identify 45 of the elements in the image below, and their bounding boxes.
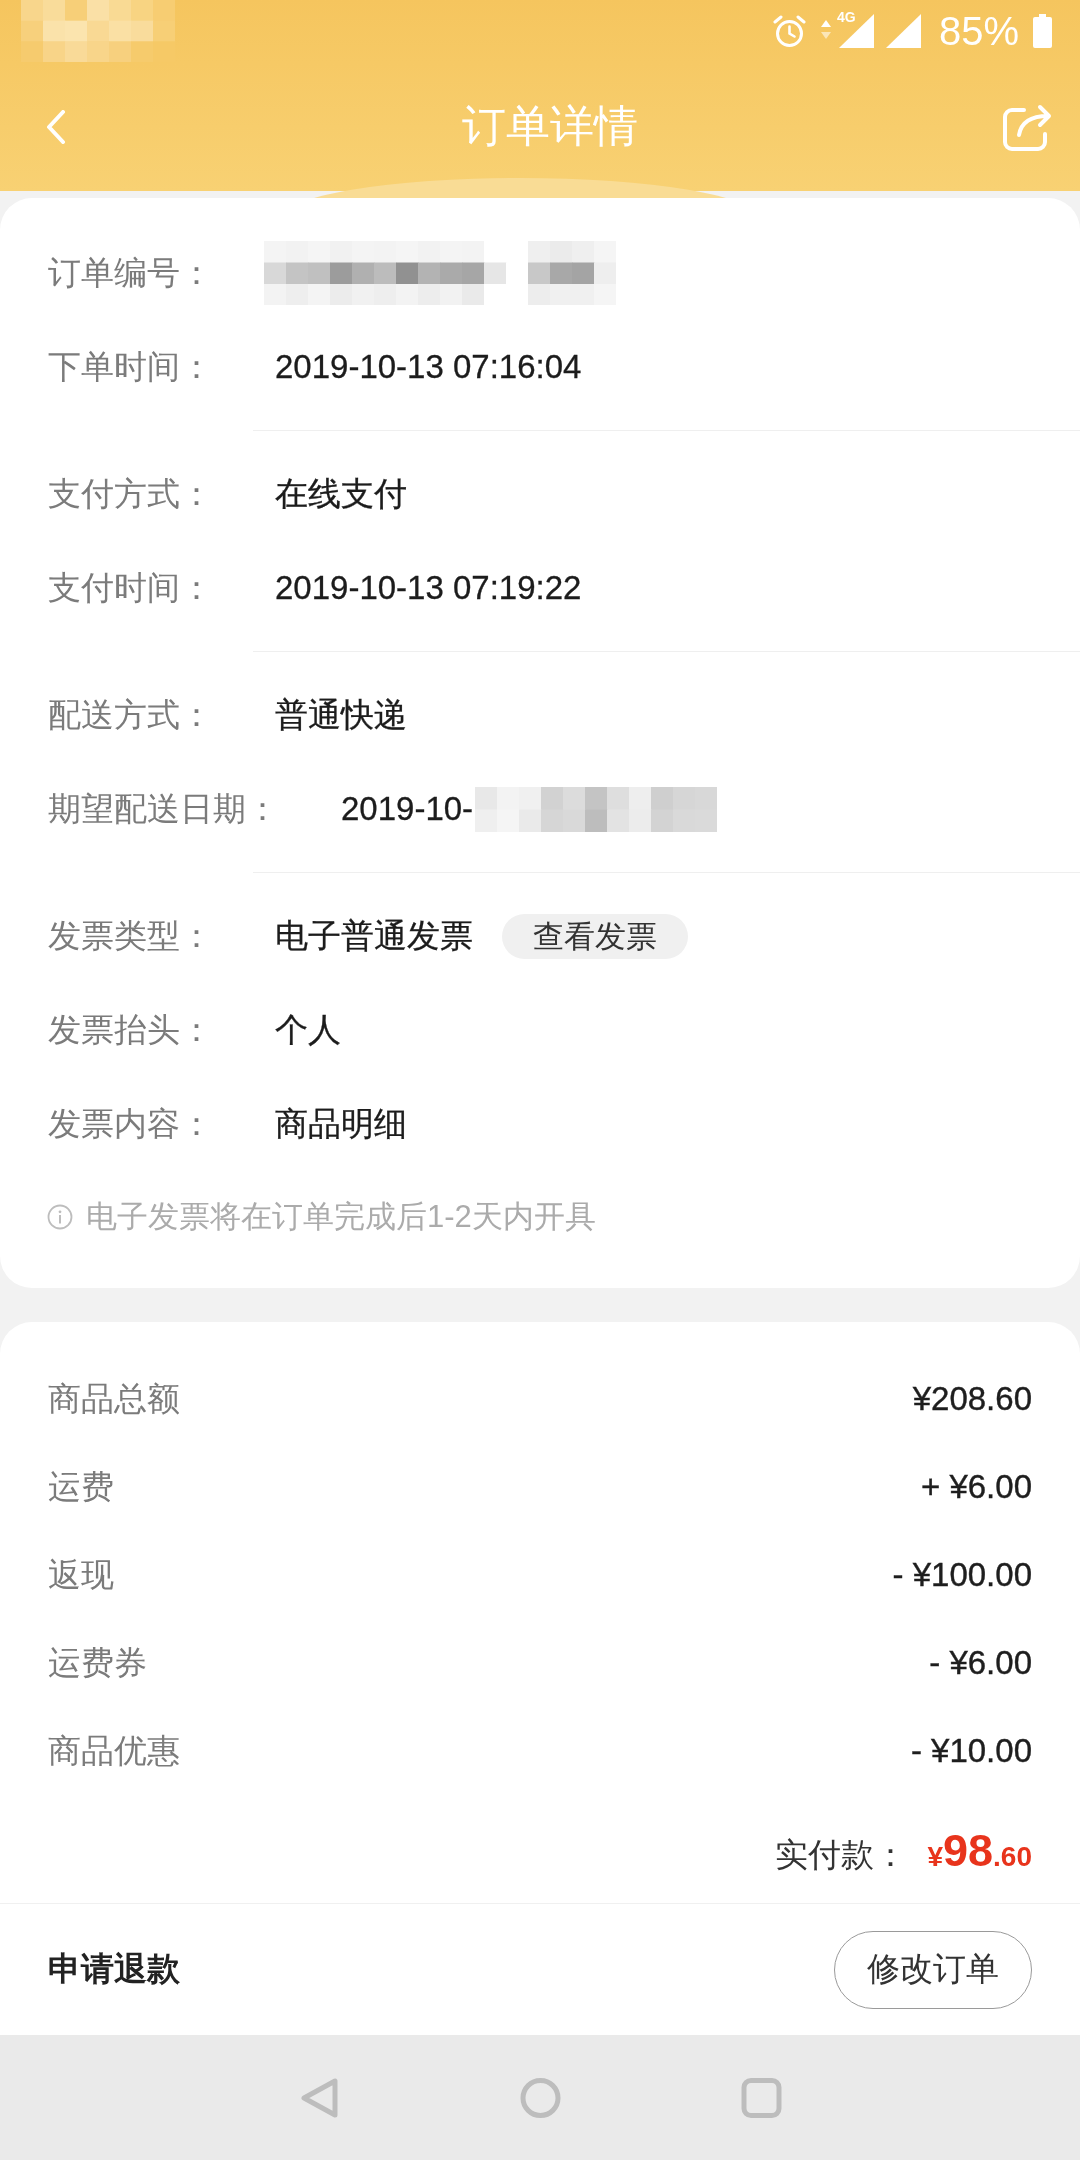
refund-link[interactable]: 申请退款: [48, 1947, 180, 1992]
back-icon[interactable]: [298, 2077, 340, 2119]
price-label: 运费: [48, 1466, 114, 1507]
price-value: - ¥10.00: [910, 1732, 1032, 1770]
field-label: 支付方式：: [48, 473, 213, 514]
price-label: 返现: [48, 1554, 114, 1595]
back-icon[interactable]: [46, 109, 66, 144]
info-icon: [47, 1204, 73, 1230]
field-value: 普通快递: [275, 694, 407, 735]
price-value: + ¥6.00: [920, 1468, 1032, 1506]
price-label: 商品总额: [48, 1378, 180, 1419]
alarm-clock-icon: [772, 14, 806, 48]
price-value: - ¥6.00: [929, 1644, 1032, 1682]
recents-icon[interactable]: [740, 2077, 782, 2119]
field-value: 商品明细: [275, 1103, 407, 1144]
field-value: 2019-10-13 07:19:22: [275, 569, 582, 607]
field-label: 发票类型：: [48, 915, 213, 956]
field-label: 订单编号：: [48, 252, 213, 293]
price-label: 商品优惠: [48, 1730, 180, 1771]
invoice-note: 电子发票将在订单完成后1-2天内开具: [86, 1198, 596, 1236]
signal-icon: [838, 14, 874, 48]
field-label: 支付时间：: [48, 567, 213, 608]
field-label: 下单时间：: [48, 346, 213, 387]
price-value: - ¥100.00: [892, 1556, 1032, 1594]
price-label: 运费券: [48, 1642, 147, 1683]
field-label: 配送方式：: [48, 694, 213, 735]
field-label: 发票抬头：: [48, 1009, 213, 1050]
price-value: ¥208.60: [912, 1380, 1032, 1418]
field-value: 电子普通发票: [275, 915, 473, 956]
battery-percentage: 85%: [938, 11, 1019, 51]
field-label: 发票内容：: [48, 1103, 213, 1144]
page-title: 订单详情: [462, 100, 638, 152]
field-value: 个人: [275, 1009, 341, 1050]
total-label: 实付款：: [775, 1835, 908, 1875]
modify-order-button[interactable]: 修改订单: [834, 1930, 1032, 2009]
field-value: 2019-10-13 07:16:04: [275, 348, 582, 386]
total-amount: ¥98.60: [927, 1825, 1032, 1877]
view-invoice-button[interactable]: 查看发票: [502, 913, 688, 959]
battery-icon: [1033, 14, 1052, 48]
field-value: 在线支付: [275, 473, 407, 514]
field-value: 2019-10-: [341, 790, 474, 828]
home-icon[interactable]: [519, 2077, 561, 2119]
field-label: 期望配送日期：: [48, 788, 279, 829]
signal-icon: [885, 14, 921, 48]
network-type: 4G: [836, 10, 856, 24]
